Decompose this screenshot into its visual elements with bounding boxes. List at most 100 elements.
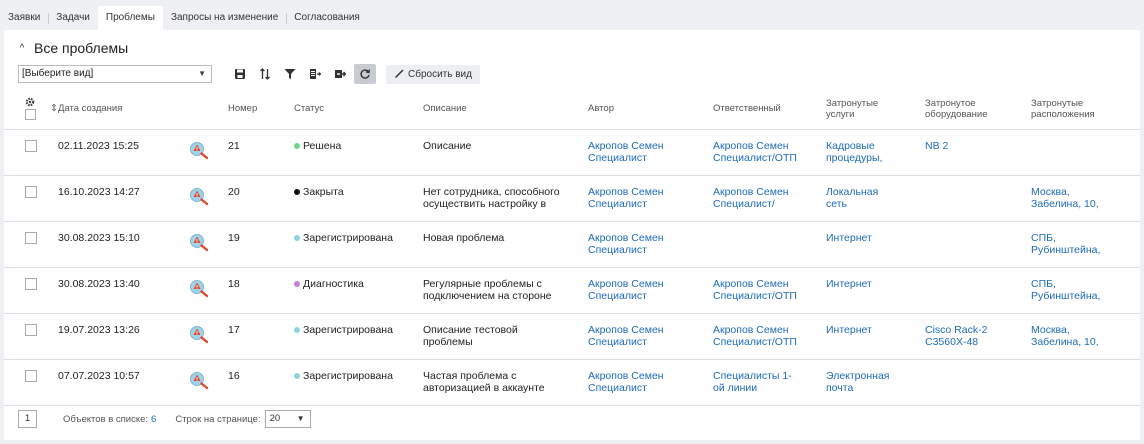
column-header-status[interactable]: Статус [294,103,324,114]
problems-table: ⇕Дата создания Номер Статус Описание Авт… [4,92,1140,406]
cell-responsible[interactable]: Акропов Семен Специалист/ОТП [713,324,797,348]
sort-icon [260,68,270,80]
status-label: Диагностика [303,278,364,290]
cell-services[interactable]: Интернет [826,232,872,244]
table-row[interactable]: 02.11.2023 15:25 21 Решена Описание Акропов … [4,130,1140,176]
table-body: 02.11.2023 15:25 21 Решена Описание Акропов … [4,130,1140,406]
tab-2[interactable]: Проблемы [97,6,163,30]
export-icon [310,69,321,79]
column-header-services[interactable]: Затронутые услуги [826,98,878,120]
tab-0[interactable]: Заявки [0,6,48,30]
cell-author[interactable]: Акропов Семен Специалист [588,232,664,256]
column-header-author[interactable]: Автор [588,103,614,114]
cell-services[interactable]: Кадровые процедуры, [826,140,882,164]
problem-magnifier-icon[interactable] [188,278,210,298]
status-label: Зарегистрирована [303,232,393,244]
status-label: Зарегистрирована [303,370,393,382]
page-number-button[interactable]: 1 [18,410,37,428]
cell-number: 17 [228,324,240,336]
table-row[interactable]: 19.07.2023 13:26 17 Зарегистрирована Описан… [4,314,1140,360]
tab-4[interactable]: Согласования [286,6,368,30]
cell-number: 21 [228,140,240,152]
cell-locations[interactable]: СПБ, Рубинштейна, [1031,232,1100,256]
cell-responsible[interactable]: Акропов Семен Специалист/ОТП [713,278,797,302]
import-button[interactable] [329,64,351,84]
cell-status: Зарегистрирована [294,370,393,382]
column-header-equipment[interactable]: Затронутое оборудование [925,98,988,120]
row-checkbox[interactable] [25,324,37,336]
cell-services[interactable]: Интернет [826,278,872,290]
cell-status: Зарегистрирована [294,232,393,244]
cell-locations[interactable]: Москва, Забелина, 10, [1031,186,1099,210]
row-checkbox[interactable] [25,232,37,244]
problem-magnifier-icon[interactable] [188,186,210,206]
chevron-down-icon: ▼ [296,414,305,423]
view-select[interactable]: [Выберите вид] ▼ [18,65,212,83]
cell-locations[interactable]: Москва, Забелина, 10, [1031,324,1099,348]
cell-services[interactable]: Электронная почта [826,370,890,394]
title-row: ^ Все проблемы [16,40,129,56]
row-checkbox[interactable] [25,370,37,382]
problem-magnifier-icon[interactable] [188,232,210,252]
problem-magnifier-icon[interactable] [188,370,210,390]
toolbar: [Выберите вид] ▼ Сбросить вид [18,64,480,84]
cell-equipment[interactable]: NB 2 [925,140,948,152]
cell-locations[interactable]: СПБ, Рубинштейна, [1031,278,1100,302]
cell-date: 30.08.2023 15:10 [58,232,140,244]
cell-responsible[interactable]: Специалисты 1- ой линии [713,370,792,394]
cell-status: Решена [294,140,341,152]
chevron-down-icon: ▼ [198,69,206,78]
table-row[interactable]: 07.07.2023 10:57 16 Зарегистрирована Частая… [4,360,1140,406]
tab-3[interactable]: Запросы на изменение [163,6,286,30]
reset-view-button[interactable]: Сбросить вид [386,64,480,84]
row-checkbox[interactable] [25,140,37,152]
view-select-value: [Выберите вид] [22,68,94,79]
column-header-number[interactable]: Номер [228,103,257,114]
collapse-chevron-icon[interactable]: ^ [16,43,28,54]
cell-author[interactable]: Акропов Семен Специалист [588,140,664,164]
column-header-locations[interactable]: Затронутые расположения [1031,98,1095,120]
sort-button[interactable] [254,64,276,84]
cell-author[interactable]: Акропов Семен Специалист [588,186,664,210]
reset-view-label: Сбросить вид [408,68,472,80]
refresh-button[interactable] [354,64,376,84]
cell-responsible[interactable]: Акропов Семен Специалист/ [713,186,789,210]
rows-per-page-value: 20 [269,413,281,424]
cell-author[interactable]: Акропов Семен Специалист [588,324,664,348]
cell-author[interactable]: Акропов Семен Специалист [588,370,664,394]
cell-date: 19.07.2023 13:26 [58,324,140,336]
status-dot [294,143,300,149]
objects-count-label: Объектов в списке: [63,413,149,425]
cell-equipment[interactable]: Cisco Rack-2 C3560X-48 [925,324,987,348]
cell-services[interactable]: Интернет [826,324,872,336]
table-row[interactable]: 30.08.2023 15:10 19 Зарегистрирована Новая … [4,222,1140,268]
objects-count-value: 6 [151,413,157,425]
cell-date: 07.07.2023 10:57 [58,370,140,382]
table-row[interactable]: 16.10.2023 14:27 20 Закрыта Нет сотрудника,… [4,176,1140,222]
row-checkbox[interactable] [25,278,37,290]
table-row[interactable]: 30.08.2023 13:40 18 Диагностика Регулярные … [4,268,1140,314]
save-icon [235,69,245,79]
broom-icon [395,69,404,78]
tab-bar: Заявки Задачи Проблемы Запросы на изменение… [0,0,1144,30]
select-all-checkbox[interactable] [25,109,36,120]
cell-services[interactable]: Локальная сеть [826,186,878,210]
column-header-date[interactable]: ⇕Дата создания [50,103,122,114]
cell-author[interactable]: Акропов Семен Специалист [588,278,664,302]
column-header-responsible[interactable]: Ответственный [713,103,781,114]
save-view-button[interactable] [229,64,251,84]
tab-1[interactable]: Задачи [48,6,98,30]
problem-magnifier-icon[interactable] [188,324,210,344]
cell-responsible[interactable]: Акропов Семен Специалист/ОТП [713,140,797,164]
column-header-description[interactable]: Описание [423,103,467,114]
cell-status: Диагностика [294,278,364,290]
export-button[interactable] [304,64,326,84]
cell-number: 18 [228,278,240,290]
filter-button[interactable] [279,64,301,84]
gear-icon[interactable] [24,96,36,108]
problem-magnifier-icon[interactable] [188,140,210,160]
rows-per-page-select[interactable]: 20 ▼ [264,410,311,428]
status-dot [294,373,300,379]
row-checkbox[interactable] [25,186,37,198]
cell-status: Зарегистрирована [294,324,393,336]
